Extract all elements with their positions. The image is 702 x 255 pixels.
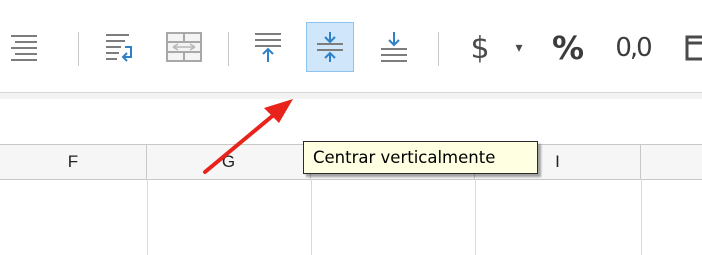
- annotation-arrow: [203, 99, 293, 174]
- tooltip-text: Centrar verticalmente: [313, 148, 496, 167]
- tooltip: Centrar verticalmente: [303, 141, 538, 174]
